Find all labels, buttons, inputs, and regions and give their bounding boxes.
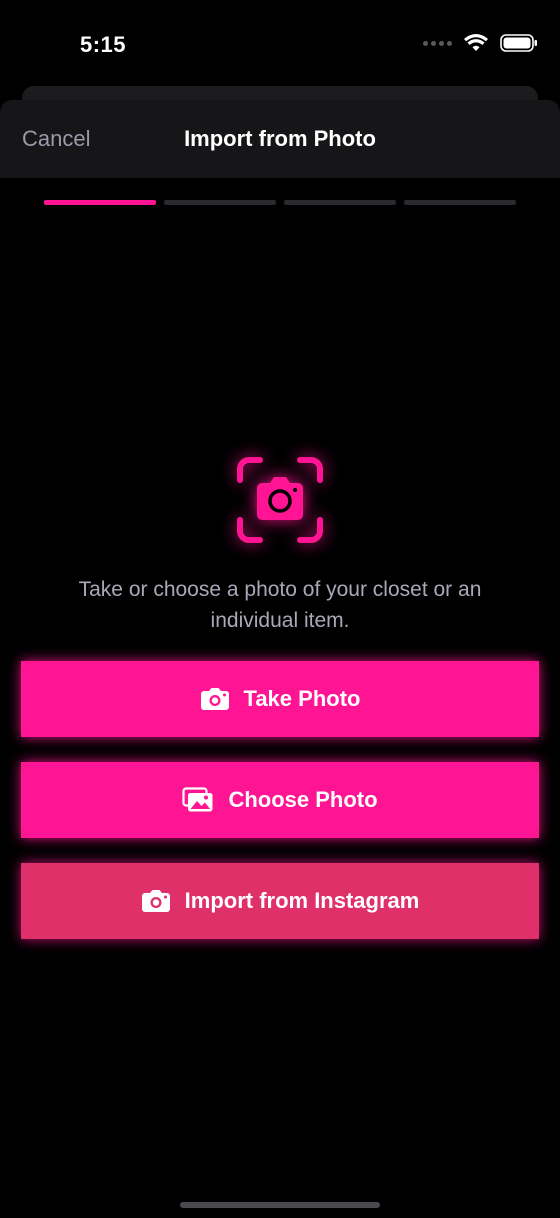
home-indicator[interactable]	[180, 1202, 380, 1208]
status-bar: 5:15	[0, 0, 560, 92]
choose-photo-label: Choose Photo	[228, 787, 378, 812]
progress-step-1	[44, 200, 156, 205]
camera-icon	[200, 687, 230, 711]
import-instagram-button[interactable]: Import from Instagram	[21, 863, 539, 939]
status-icons	[423, 34, 538, 52]
progress-step-2	[164, 200, 276, 205]
wifi-icon	[464, 34, 488, 51]
photo-library-icon	[182, 787, 214, 813]
screen: 5:15 Cancel Import from Photo Take or ch…	[0, 0, 560, 1218]
choose-photo-button[interactable]: Choose Photo	[21, 762, 539, 838]
camera-icon	[141, 889, 171, 913]
signal-icon	[423, 40, 452, 46]
take-photo-button[interactable]: Take Photo	[21, 661, 539, 737]
camera-scan-icon	[237, 457, 323, 543]
import-instagram-label: Import from Instagram	[184, 888, 420, 913]
navigation-bar: Cancel Import from Photo	[0, 100, 560, 178]
status-time: 5:15	[80, 32, 127, 57]
page-title: Import from Photo	[184, 126, 376, 151]
hero-description: Take or choose a photo of your closet or…	[78, 578, 482, 632]
battery-icon	[500, 34, 537, 52]
take-photo-label: Take Photo	[243, 686, 361, 711]
progress-step-3	[284, 200, 396, 205]
progress-step-4	[404, 200, 516, 205]
import-sheet: Cancel Import from Photo Take or choose …	[0, 100, 560, 1218]
step-progress	[44, 200, 516, 205]
